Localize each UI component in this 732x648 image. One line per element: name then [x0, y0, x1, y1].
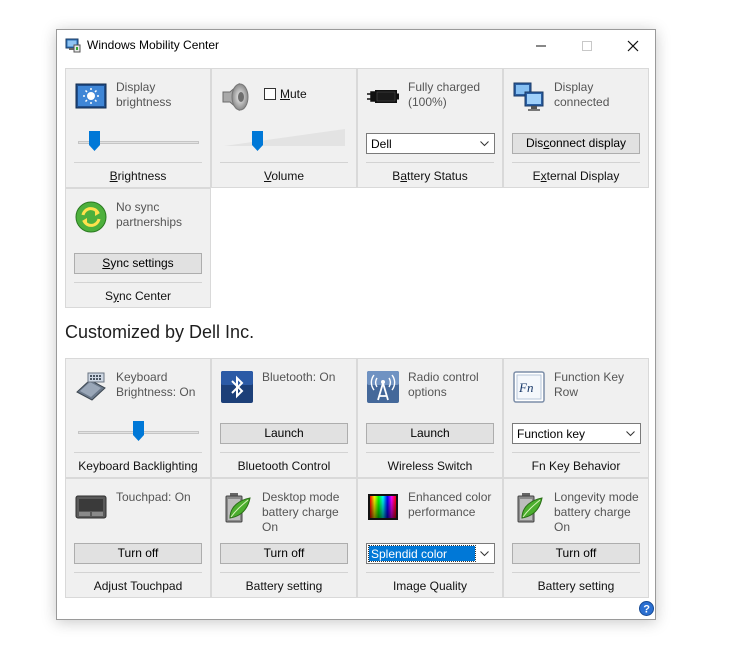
chevron-down-icon [480, 141, 489, 147]
keyboard-slider-thumb[interactable] [133, 421, 144, 441]
tile-divider [366, 572, 494, 573]
adjust-touchpad-tile: Touchpad: On Turn off Adjust Touchpad [65, 478, 211, 598]
help-icon[interactable]: ? [639, 601, 654, 619]
external-display-caption: External Display [532, 169, 620, 183]
sync-settings-button[interactable]: Sync settings [74, 253, 202, 274]
bluetooth-launch-button[interactable]: Launch [220, 423, 348, 444]
brightness-caption: Brightness [109, 169, 167, 183]
volume-tile: Mute Volume [211, 68, 357, 188]
tile-divider [74, 162, 202, 163]
mute-label[interactable]: Mute [280, 87, 307, 101]
tile-divider [512, 162, 640, 163]
tile-divider [366, 452, 494, 453]
longevity-mode-status: Longevity mode battery charge On [554, 490, 639, 534]
image-quality-status: Enhanced color performance [408, 490, 492, 519]
brightness-tile: Display brightness Brightness [65, 68, 211, 188]
battery-status-text: Fully charged (100%) [408, 80, 481, 109]
display-brightness-icon [74, 80, 108, 114]
battery-status-tile: Fully charged (100%) Dell Battery Status [357, 68, 503, 188]
window-title: Windows Mobility Center [87, 38, 220, 52]
battery-leaf-icon [512, 490, 546, 524]
sync-center-icon [74, 200, 108, 234]
volume-slider-thumb[interactable] [252, 131, 263, 151]
tile-divider [74, 452, 202, 453]
desktop-mode-battery-tile: Desktop mode battery charge On Turn off … [211, 478, 357, 598]
external-display-tile: Display connected Disconnect display Ext… [503, 68, 649, 188]
brightness-slider-thumb[interactable] [89, 131, 100, 151]
longevity-mode-turn-off-button[interactable]: Turn off [512, 543, 640, 564]
sync-center-tile: No sync partnerships Sync settings Sync … [65, 188, 211, 308]
splendid-color-select[interactable]: Splendid color [366, 543, 495, 564]
mobility-center-window: Windows Mobility Center Display brightne… [56, 29, 656, 620]
chevron-down-icon [480, 551, 489, 557]
bluetooth-icon [220, 370, 254, 404]
external-display-icon [512, 80, 546, 114]
fn-key-caption: Fn Key Behavior [531, 459, 621, 473]
image-quality-caption: Image Quality [392, 579, 468, 593]
adjust-touchpad-caption: Adjust Touchpad [93, 579, 183, 593]
volume-ramp [224, 129, 345, 146]
sync-center-caption: Sync Center [104, 289, 172, 303]
wireless-switch-tile: Radio control options Launch Wireless Sw… [357, 358, 503, 478]
fn-key-tile: Fn Function Key Row Function key Fn Key … [503, 358, 649, 478]
tile-divider [74, 572, 202, 573]
tile-divider [512, 452, 640, 453]
keyboard-backlight-icon [74, 370, 108, 404]
desktop-mode-status: Desktop mode battery charge On [262, 490, 340, 534]
touchpad-status: Touchpad: On [116, 490, 191, 504]
close-button[interactable] [610, 30, 656, 61]
speaker-icon [220, 80, 254, 114]
maximize-icon [582, 41, 592, 51]
battery-status-caption: Battery Status [392, 169, 468, 183]
external-display-status: Display connected [554, 80, 610, 109]
wireless-switch-caption: Wireless Switch [387, 459, 473, 473]
fn-key-icon: Fn [512, 370, 546, 404]
brightness-status: Display brightness [116, 80, 172, 109]
keyboard-backlighting-tile: Keyboard Brightness: On Keyboard Backlig… [65, 358, 211, 478]
mobility-center-icon [65, 37, 81, 56]
battery-setting-caption: Battery setting [245, 579, 323, 593]
battery-setting-caption: Battery setting [537, 579, 615, 593]
bluetooth-status: Bluetooth: On [262, 370, 336, 384]
tile-divider [220, 572, 348, 573]
power-plan-select[interactable]: Dell [366, 133, 495, 154]
close-icon [627, 40, 639, 52]
fn-key-select[interactable]: Function key [512, 423, 641, 444]
minimize-icon [536, 45, 546, 47]
tile-divider [74, 282, 202, 283]
sync-status: No sync partnerships [116, 200, 183, 229]
image-quality-tile: Enhanced color performance Splendid colo… [357, 478, 503, 598]
wireless-launch-button[interactable]: Launch [366, 423, 494, 444]
svg-text:Fn: Fn [518, 380, 533, 395]
bluetooth-control-caption: Bluetooth Control [237, 459, 331, 473]
tile-divider [512, 572, 640, 573]
mute-checkbox[interactable] [264, 88, 276, 100]
battery-leaf-icon [220, 490, 254, 524]
color-spectrum-icon [366, 490, 400, 524]
touchpad-icon [74, 490, 108, 524]
svg-text:?: ? [643, 604, 650, 616]
title-bar[interactable]: Windows Mobility Center [57, 30, 655, 61]
bluetooth-control-tile: Bluetooth: On Launch Bluetooth Control [211, 358, 357, 478]
longevity-mode-battery-tile: Longevity mode battery charge On Turn of… [503, 478, 649, 598]
touchpad-turn-off-button[interactable]: Turn off [74, 543, 202, 564]
keyboard-backlighting-caption: Keyboard Backlighting [78, 459, 198, 473]
dell-section-heading: Customized by Dell Inc. [65, 322, 255, 342]
fn-key-status: Function Key Row [554, 370, 625, 399]
wireless-antenna-icon [366, 370, 400, 404]
disconnect-display-button[interactable]: Disconnect display [512, 133, 640, 154]
battery-plug-icon [366, 80, 400, 114]
tile-divider [220, 452, 348, 453]
tile-divider [220, 162, 348, 163]
desktop-mode-turn-off-button[interactable]: Turn off [220, 543, 348, 564]
maximize-button[interactable] [564, 30, 610, 61]
volume-caption: Volume [263, 169, 305, 183]
minimize-button[interactable] [518, 30, 564, 61]
tile-divider [366, 162, 494, 163]
wireless-status: Radio control options [408, 370, 479, 399]
chevron-down-icon [626, 431, 635, 437]
keyboard-brightness-status: Keyboard Brightness: On [116, 370, 196, 399]
